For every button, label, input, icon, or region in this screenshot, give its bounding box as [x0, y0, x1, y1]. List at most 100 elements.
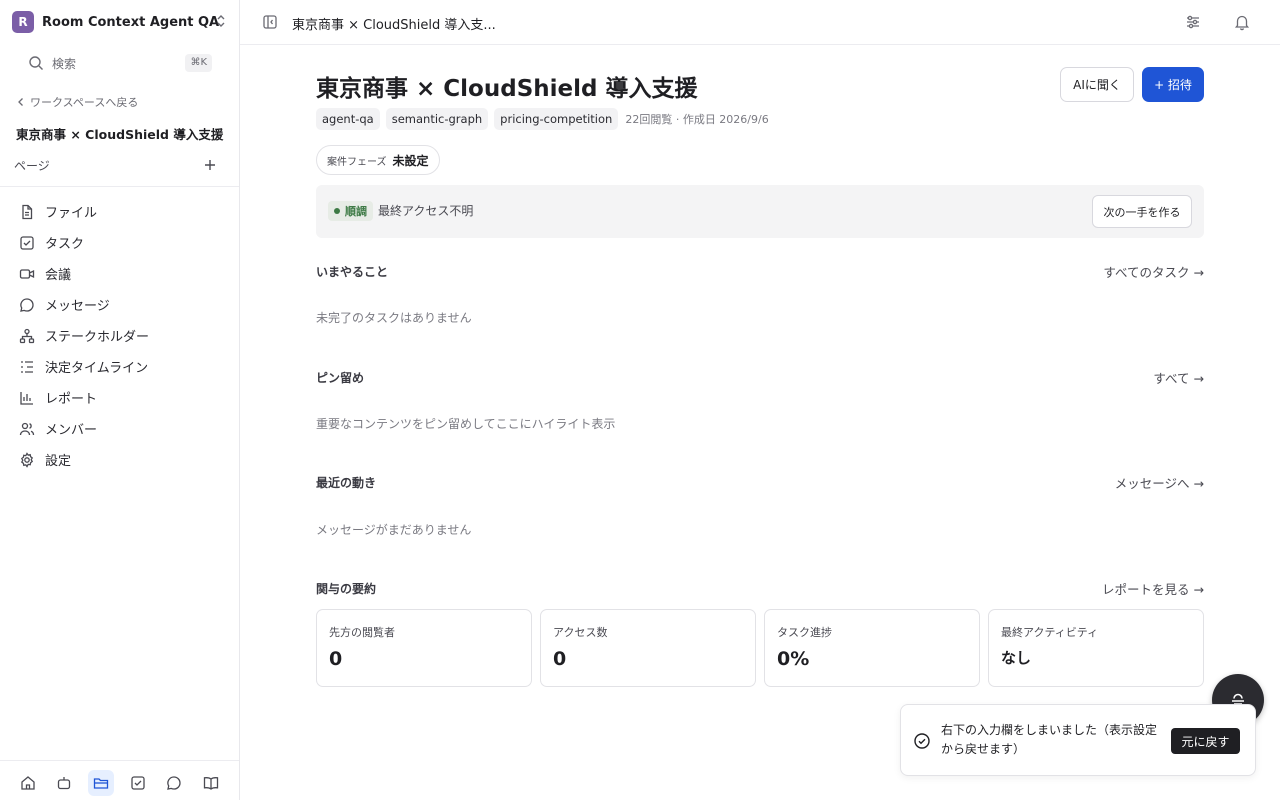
chevron-up-down-icon	[217, 15, 225, 27]
back-link-label: ワークスペースへ戻る	[30, 96, 139, 109]
toast-message: 右下の入力欄をしまいました（表示設定から戻せます）	[941, 723, 1158, 756]
sidebar-item-label: 設定	[45, 454, 72, 469]
ask-ai-button[interactable]: AIに聞く	[1060, 67, 1134, 102]
tag-list: agent-qa semantic-graph pricing-competit…	[316, 108, 769, 130]
folder-icon	[93, 778, 109, 789]
sidebar-item-label: ステークホルダー	[45, 330, 150, 345]
phase-label: 案件フェーズ	[327, 156, 387, 168]
invite-button[interactable]: + 招待	[1142, 67, 1204, 102]
gear-icon	[20, 451, 34, 468]
page-title: 東京商事 × CloudShield 導入支援	[316, 76, 698, 102]
sidebar-item-label: メンバー	[45, 423, 98, 438]
room-meta: 22回閲覧 · 作成日 2026/9/6	[625, 113, 769, 126]
section-title-todo: いまやること	[316, 265, 389, 279]
sliders-icon[interactable]	[1184, 13, 1202, 31]
hierarchy-icon	[19, 328, 35, 343]
check-circle-icon	[914, 733, 930, 749]
sidebar-item-settings[interactable]: 設定	[16, 444, 226, 475]
top-header: 東京商事 × CloudShield 導入支...	[240, 0, 1280, 45]
next-action-button[interactable]: 次の一手を作る	[1092, 195, 1192, 228]
workspace-name: Room Context Agent QA	[42, 14, 220, 30]
search-placeholder: 検索	[52, 56, 77, 71]
task-icon	[131, 776, 145, 790]
all-tasks-link[interactable]: すべてのタスク →	[1103, 262, 1204, 281]
stat-label: タスク進捗	[777, 626, 832, 639]
view-report-link[interactable]: レポートを見る →	[1102, 579, 1204, 598]
deal-phase-selector[interactable]: 案件フェーズ 未設定	[316, 145, 440, 175]
phase-value: 未設定	[392, 153, 429, 168]
book-icon	[203, 777, 219, 790]
undo-button[interactable]: 元に戻す	[1171, 728, 1240, 754]
todo-empty-state: 未完了のタスクはありません	[316, 311, 472, 325]
messages-link[interactable]: メッセージへ →	[1115, 473, 1204, 492]
plus-icon[interactable]	[202, 157, 218, 173]
room-title: 東京商事 × CloudShield 導入支援	[16, 127, 224, 142]
chat-icon	[20, 297, 34, 312]
chevron-left-icon	[18, 98, 23, 106]
sidebar-item-label: メッセージ	[45, 299, 110, 314]
all-pinned-link[interactable]: すべて →	[1153, 368, 1204, 387]
status-badge-label: 順調	[345, 205, 367, 218]
search-icon	[29, 56, 43, 70]
stat-card-viewers: 先方の閲覧者 0	[316, 609, 532, 687]
sidebar-item-members[interactable]: メンバー	[16, 413, 226, 444]
bottom-nav	[0, 760, 239, 800]
stat-label: 先方の閲覧者	[329, 626, 395, 639]
video-icon	[19, 268, 35, 279]
back-to-workspace-link[interactable]: ワークスペースへ戻る	[16, 94, 138, 110]
stat-card-access-count: アクセス数 0	[540, 609, 756, 687]
search-input[interactable]: 検索 ⌘K	[20, 50, 214, 76]
stat-label: 最終アクティビティ	[1001, 626, 1099, 639]
sidebar-item-label: 会議	[45, 268, 72, 283]
agent-button[interactable]	[51, 770, 77, 796]
tag[interactable]: agent-qa	[316, 108, 380, 130]
sidebar-item-tasks[interactable]: タスク	[16, 227, 226, 258]
sidebar-item-label: タスク	[45, 237, 85, 252]
workspace-switcher[interactable]: R Room Context Agent QA	[12, 10, 228, 34]
section-title-engagement: 関与の要約	[316, 582, 377, 596]
sidebar-item-stakeholders[interactable]: ステークホルダー	[16, 320, 226, 351]
stat-value: 0%	[777, 648, 810, 670]
stat-card-task-progress: タスク進捗 0%	[764, 609, 980, 687]
checkbox-icon	[20, 235, 34, 250]
status-text: 最終アクセス不明	[378, 204, 474, 218]
tag[interactable]: semantic-graph	[385, 108, 489, 130]
bot-icon	[57, 777, 71, 790]
bell-icon[interactable]	[1233, 13, 1251, 31]
status-badge: 順調	[328, 201, 373, 221]
home-button[interactable]	[15, 770, 41, 796]
timeline-icon	[21, 360, 33, 373]
section-title-pinned: ピン留め	[316, 371, 365, 385]
tasks-button[interactable]	[125, 770, 151, 796]
sidebar-item-meetings[interactable]: 会議	[16, 258, 226, 289]
search-shortcut: ⌘K	[185, 54, 212, 72]
sidebar-item-decision-timeline[interactable]: 決定タイムライン	[16, 351, 226, 382]
pages-label: ページ	[14, 159, 50, 173]
status-panel: 順調 最終アクセス不明 次の一手を作る	[316, 185, 1204, 238]
sidebar-item-label: ファイル	[45, 206, 98, 221]
home-icon	[21, 776, 35, 790]
messages-button[interactable]	[161, 770, 187, 796]
stat-value: 0	[329, 648, 343, 670]
sidebar-item-reports[interactable]: レポート	[16, 382, 226, 413]
toast-notification: 右下の入力欄をしまいました（表示設定から戻せます） 元に戻す	[900, 704, 1256, 776]
workspace-avatar: R	[12, 11, 34, 33]
bar-chart-icon	[20, 391, 33, 405]
chat-icon	[167, 776, 181, 790]
users-icon	[19, 422, 35, 435]
rooms-button[interactable]	[88, 770, 114, 796]
sidebar: R Room Context Agent QA 検索 ⌘K ワークスペースへ戻る…	[0, 0, 240, 800]
recent-empty-state: メッセージがまだありません	[316, 523, 472, 537]
sidebar-item-label: 決定タイムライン	[45, 361, 149, 376]
pinned-empty-state: 重要なコンテンツをピン留めしてここにハイライト表示	[316, 417, 616, 431]
sidebar-toggle-icon[interactable]	[262, 14, 278, 30]
sidebar-item-label: レポート	[45, 392, 98, 407]
sidebar-item-files[interactable]: ファイル	[16, 196, 226, 227]
tag[interactable]: pricing-competition	[494, 108, 619, 130]
status-dot	[334, 208, 340, 214]
file-icon	[22, 204, 33, 219]
sidebar-item-messages[interactable]: メッセージ	[16, 289, 226, 320]
stat-value: なし	[1001, 649, 1032, 667]
docs-button[interactable]	[198, 770, 224, 796]
sidebar-nav: ファイル タスク 会議 メッセージ ステークホルダー 決定タイムライン レポート	[16, 196, 226, 475]
